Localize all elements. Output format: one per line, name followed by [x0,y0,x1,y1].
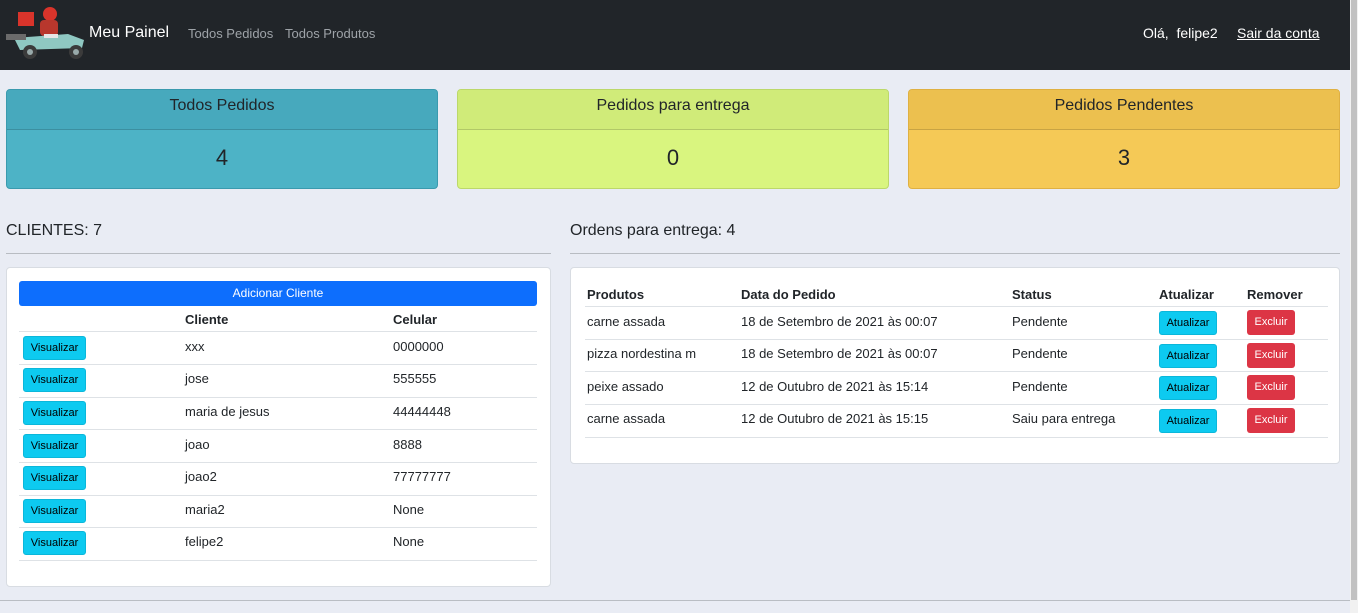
column-header-produtos: Produtos [587,287,645,302]
order-status: Pendente [1012,346,1068,361]
order-product: carne assada [587,411,666,426]
update-order-button[interactable]: Atualizar [1159,409,1217,433]
client-name: joao2 [185,469,217,484]
divider [585,371,1328,372]
divider [19,462,537,463]
column-header-atualizar: Atualizar [1159,287,1214,302]
page-scrollbar[interactable] [1350,0,1358,613]
clients-title: CLIENTES: 7 [6,222,103,239]
delete-order-button[interactable]: Excluir [1247,408,1295,433]
divider [19,429,537,430]
card-title: Pedidos Pendentes [909,90,1339,130]
client-name: maria de jesus [185,404,270,419]
card-value: 4 [215,145,229,170]
brand-title[interactable]: Meu Painel [89,24,169,42]
column-header-cliente: Cliente [185,312,229,327]
view-client-button[interactable]: Visualizar [23,466,86,490]
divider [19,331,537,332]
client-name: felipe2 [185,534,224,549]
card-todos-pedidos: Todos Pedidos 4 [6,89,438,189]
view-client-button[interactable]: Visualizar [23,499,86,523]
column-header-status: Status [1012,287,1052,302]
client-phone: None [393,534,425,549]
view-client-button[interactable]: Visualizar [23,368,86,392]
nav-link-todos-pedidos[interactable]: Todos Pedidos [188,26,273,41]
view-client-button[interactable]: Visualizar [23,336,86,360]
client-phone: 555555 [393,371,437,386]
client-phone: 44444448 [393,404,451,419]
orders-panel: Produtos Data do Pedido Status Atualizar… [570,267,1340,464]
card-pedidos-pendentes: Pedidos Pendentes 3 [908,89,1340,189]
divider [6,253,551,254]
order-status: Saiu para entrega [1012,411,1116,426]
client-phone: None [393,502,425,517]
clients-panel: Adicionar Cliente Cliente Celular Visual… [6,267,551,587]
client-phone: 8888 [393,437,422,452]
order-date: 18 de Setembro de 2021 às 00:07 [741,314,938,329]
column-header-celular: Celular [393,312,438,327]
order-product: carne assada [587,314,666,329]
navbar: Meu Painel Todos Pedidos Todos Produtos … [0,0,1350,70]
update-order-button[interactable]: Atualizar [1159,311,1217,335]
client-name: maria2 [185,502,225,517]
order-status: Pendente [1012,314,1068,329]
logout-link[interactable]: Sair da conta [1237,25,1320,41]
view-client-button[interactable]: Visualizar [23,434,86,458]
divider [585,404,1328,405]
card-title: Pedidos para entrega [458,90,888,130]
user-greeting: Olá, felipe2 [1143,25,1218,41]
delete-order-button[interactable]: Excluir [1247,343,1295,368]
view-client-button[interactable]: Visualizar [23,401,86,425]
update-order-button[interactable]: Atualizar [1159,376,1217,400]
divider [19,560,537,561]
footer-divider [0,600,1350,601]
divider [19,527,537,528]
nav-link-todos-produtos[interactable]: Todos Produtos [285,26,375,41]
card-title: Todos Pedidos [7,90,437,130]
delete-order-button[interactable]: Excluir [1247,310,1295,335]
order-product: pizza nordestina m [587,346,697,361]
column-header-data: Data do Pedido [741,287,836,302]
client-name: joao [185,437,210,452]
add-client-button[interactable]: Adicionar Cliente [19,281,537,306]
order-status: Pendente [1012,379,1068,394]
card-value: 3 [1117,145,1131,170]
divider [585,306,1328,307]
divider [585,339,1328,340]
delete-order-button[interactable]: Excluir [1247,375,1295,400]
client-name: jose [185,371,209,386]
update-order-button[interactable]: Atualizar [1159,344,1217,368]
delivery-scooter-logo-icon[interactable] [4,4,92,62]
client-phone: 0000000 [393,339,444,354]
order-date: 12 de Outubro de 2021 às 15:15 [741,411,929,426]
client-name: xxx [185,339,205,354]
order-product: peixe assado [587,379,664,394]
card-pedidos-entrega: Pedidos para entrega 0 [457,89,889,189]
divider [19,364,537,365]
divider [19,495,537,496]
orders-title: Ordens para entrega: 4 [570,222,736,239]
divider [570,253,1340,254]
divider [585,437,1328,438]
scrollbar-thumb[interactable] [1351,0,1357,600]
client-phone: 77777777 [393,469,451,484]
column-header-remover: Remover [1247,287,1303,302]
view-client-button[interactable]: Visualizar [23,531,86,555]
divider [19,397,537,398]
card-value: 0 [666,145,680,170]
order-date: 18 de Setembro de 2021 às 00:07 [741,346,938,361]
order-date: 12 de Outubro de 2021 às 15:14 [741,379,929,394]
